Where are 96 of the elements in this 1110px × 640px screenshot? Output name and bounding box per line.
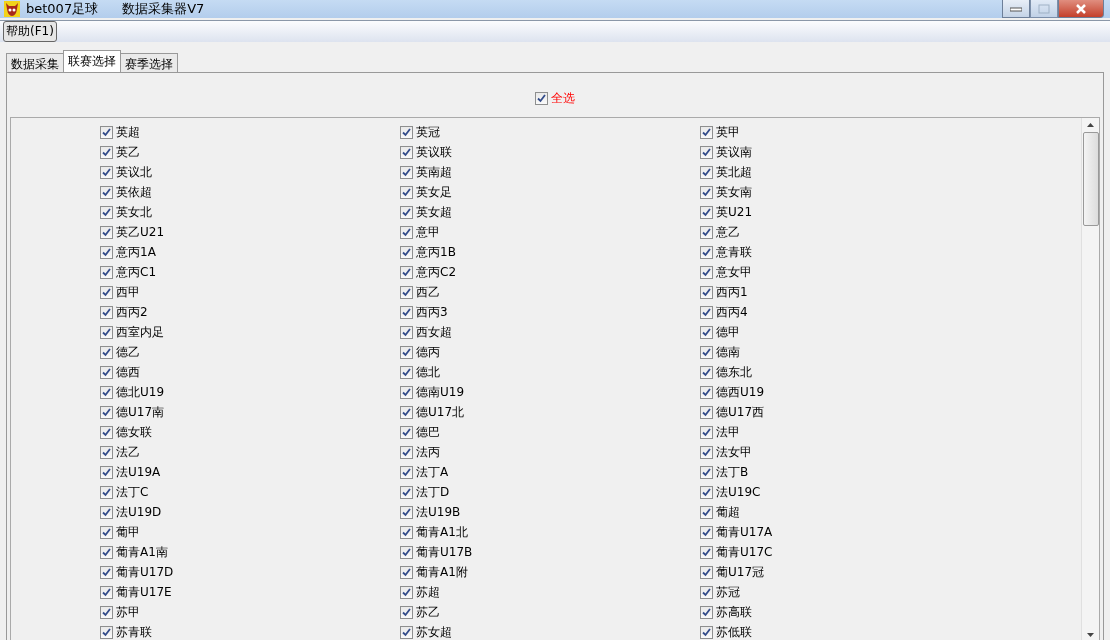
league-checkbox[interactable]: 葡甲 (100, 522, 140, 542)
league-checkbox[interactable]: 葡青A1南 (100, 542, 168, 562)
window-subtitle: 数据采集器V7 (122, 0, 205, 18)
close-icon (1075, 3, 1087, 14)
league-checkbox[interactable]: 葡青U17A (700, 522, 773, 542)
league-checkbox[interactable]: 意青联 (700, 242, 752, 262)
league-checkbox[interactable]: 英超 (100, 122, 140, 142)
select-all-checkbox[interactable]: 全选 (535, 89, 575, 107)
league-checkbox[interactable]: 英北超 (700, 162, 752, 182)
league-checkbox[interactable]: 葡超 (700, 502, 740, 522)
league-checkbox[interactable]: 英冠 (400, 122, 440, 142)
league-checkbox[interactable]: 西乙 (400, 282, 440, 302)
league-checkbox[interactable]: 法甲 (700, 422, 740, 442)
league-checkbox[interactable]: 意丙C2 (400, 262, 456, 282)
minimize-icon (1010, 5, 1022, 12)
league-checkbox[interactable]: 德U17西 (700, 402, 765, 422)
league-checkbox[interactable]: 德乙 (100, 342, 140, 362)
league-checkbox[interactable]: 英乙U21 (100, 222, 165, 242)
league-checkbox[interactable]: 意女甲 (700, 262, 752, 282)
league-checkbox[interactable]: 英女南 (700, 182, 752, 202)
league-checkbox[interactable]: 葡青U17E (100, 582, 172, 602)
league-checkbox[interactable]: 苏低联 (700, 622, 752, 640)
league-checkbox[interactable]: 英议北 (100, 162, 152, 182)
league-checkbox[interactable]: 意丙C1 (100, 262, 156, 282)
league-checkbox[interactable]: 法U19C (700, 482, 761, 502)
league-checkbox[interactable]: 意乙 (700, 222, 740, 242)
league-checkbox[interactable]: 法丙 (400, 442, 440, 462)
league-checkbox[interactable]: 西丙2 (100, 302, 148, 322)
league-checkbox[interactable]: 德甲 (700, 322, 740, 342)
league-checkbox[interactable]: 葡青A1附 (400, 562, 468, 582)
league-checkbox[interactable]: 法U19A (100, 462, 161, 482)
league-checkbox[interactable]: 西丙1 (700, 282, 748, 302)
league-checkbox[interactable]: 英女足 (400, 182, 452, 202)
league-checkbox[interactable]: 德U17南 (100, 402, 165, 422)
league-checkbox[interactable]: 德女联 (100, 422, 152, 442)
league-checkbox[interactable]: 苏高联 (700, 602, 752, 622)
league-checkbox[interactable]: 英南超 (400, 162, 452, 182)
maximize-icon (1038, 3, 1050, 14)
league-checkbox[interactable]: 葡青U17B (400, 542, 473, 562)
league-checkbox[interactable]: 德南 (700, 342, 740, 362)
league-checkbox[interactable]: 法丁A (400, 462, 449, 482)
bull-head-icon (4, 1, 20, 17)
league-checkbox[interactable]: 意丙1A (100, 242, 156, 262)
tab[interactable]: 数据采集 (6, 53, 64, 72)
league-checkbox[interactable]: 葡青U17D (100, 562, 174, 582)
tab[interactable]: 联赛选择 (63, 50, 121, 72)
league-checkbox[interactable]: 苏冠 (700, 582, 740, 602)
scroll-up-icon (1087, 123, 1094, 127)
menu-item[interactable]: 帮助(F1) (3, 21, 57, 42)
league-checkbox[interactable]: 苏女超 (400, 622, 452, 640)
league-checkbox[interactable]: 法U19D (100, 502, 162, 522)
scrollbar[interactable] (1081, 118, 1099, 640)
league-checkbox[interactable]: 英甲 (700, 122, 740, 142)
scroll-thumb[interactable] (1082, 132, 1099, 226)
league-checkbox[interactable]: 英议南 (700, 142, 752, 162)
scroll-down-icon (1087, 633, 1094, 637)
league-checkbox[interactable]: 英女北 (100, 202, 152, 222)
league-checkbox[interactable]: 德南U19 (400, 382, 465, 402)
league-checkbox[interactable]: 德西 (100, 362, 140, 382)
league-checkbox[interactable]: 葡U17冠 (700, 562, 765, 582)
league-checkbox[interactable]: 法丁D (400, 482, 450, 502)
league-checkbox[interactable]: 德东北 (700, 362, 752, 382)
league-checkbox[interactable]: 西女超 (400, 322, 452, 342)
league-checkbox[interactable]: 英依超 (100, 182, 152, 202)
league-checkbox[interactable]: 英乙 (100, 142, 140, 162)
close-button[interactable] (1058, 0, 1104, 18)
league-checkbox[interactable]: 英U21 (700, 202, 753, 222)
league-checkbox[interactable]: 德西U19 (700, 382, 765, 402)
league-checkbox[interactable]: 葡青U17C (700, 542, 773, 562)
league-checkbox[interactable]: 苏青联 (100, 622, 152, 640)
league-checkbox[interactable]: 德北 (400, 362, 440, 382)
league-checkbox[interactable]: 意甲 (400, 222, 440, 242)
league-checkbox[interactable]: 西室内足 (100, 322, 164, 342)
league-checkbox[interactable]: 苏超 (400, 582, 440, 602)
window-title: bet007足球 (26, 0, 99, 18)
league-checkbox[interactable]: 英议联 (400, 142, 452, 162)
tab[interactable]: 赛季选择 (120, 53, 178, 72)
league-checkbox[interactable]: 德北U19 (100, 382, 165, 402)
league-checkbox[interactable]: 德巴 (400, 422, 440, 442)
league-checkbox[interactable]: 西丙3 (400, 302, 448, 322)
league-checkbox[interactable]: 德丙 (400, 342, 440, 362)
league-checkbox[interactable]: 西丙4 (700, 302, 748, 322)
league-checkbox[interactable]: 法丁B (700, 462, 749, 482)
league-checkbox[interactable]: 苏乙 (400, 602, 440, 622)
league-checkbox[interactable]: 法U19B (400, 502, 461, 522)
league-checkbox[interactable]: 英女超 (400, 202, 452, 222)
league-checkbox[interactable]: 德U17北 (400, 402, 465, 422)
league-checkbox[interactable]: 法乙 (100, 442, 140, 462)
league-checkbox[interactable]: 意丙1B (400, 242, 456, 262)
league-checkbox[interactable]: 法女甲 (700, 442, 752, 462)
league-checkbox[interactable]: 葡青A1北 (400, 522, 468, 542)
league-checkbox[interactable]: 苏甲 (100, 602, 140, 622)
minimize-button[interactable] (1002, 0, 1030, 18)
league-checkbox[interactable]: 法丁C (100, 482, 149, 502)
maximize-button[interactable] (1030, 0, 1058, 18)
league-checkbox[interactable]: 西甲 (100, 282, 140, 302)
